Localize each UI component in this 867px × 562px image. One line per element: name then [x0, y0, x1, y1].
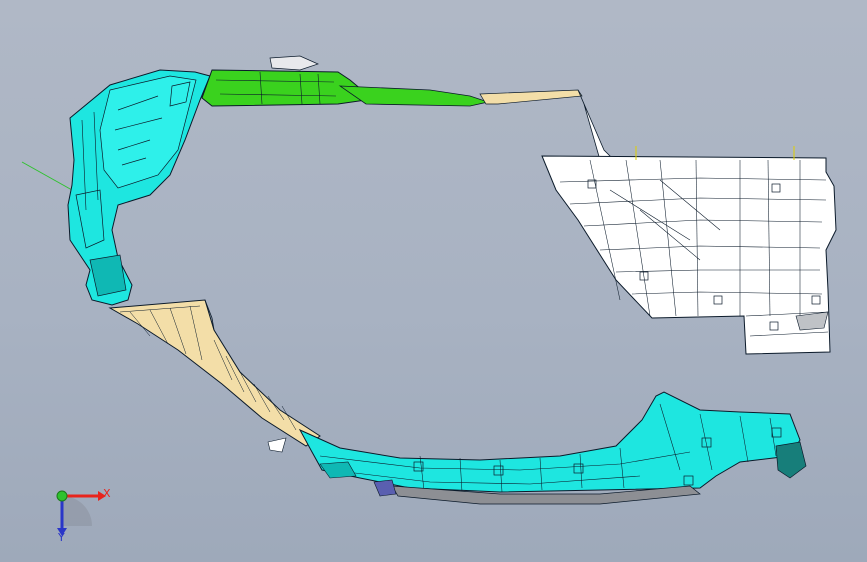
roof-rail-trim[interactable]: [201, 55, 613, 161]
rear-quarter-panel[interactable]: [541, 146, 837, 355]
x-axis-label: X: [103, 487, 111, 500]
a-pillar-lower-trim[interactable]: [108, 299, 321, 453]
axis-triad: X Y: [56, 487, 111, 544]
reference-line: [21, 161, 73, 191]
upper-left-pillar-trim[interactable]: [67, 69, 211, 306]
sill-and-rear-arch-trim[interactable]: [298, 391, 807, 505]
y-axis-label: Y: [57, 531, 65, 544]
cad-viewport[interactable]: X Y: [0, 0, 867, 562]
